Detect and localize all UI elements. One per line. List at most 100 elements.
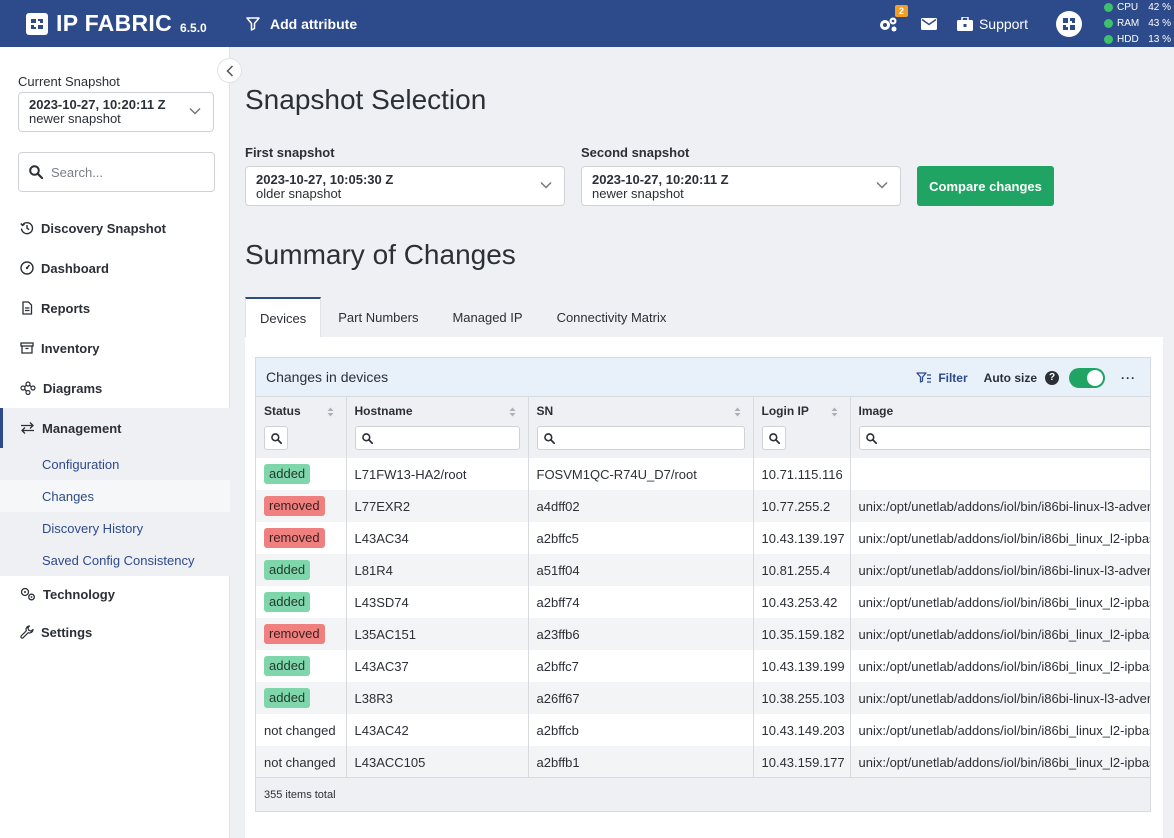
sort-icon (509, 407, 515, 417)
table-row[interactable]: removed L35AC151 a23ffb6 10.35.159.182 unix:… (256, 618, 1150, 650)
devices-table: Status Hostname SN Login IP Image added … (256, 397, 1150, 778)
first-snapshot-label: First snapshot (245, 145, 335, 160)
sn-cell: a2bff74 (528, 586, 754, 618)
column-header-sn[interactable]: SN (528, 397, 754, 458)
tab-connectivity-matrix[interactable]: Connectivity Matrix (540, 297, 684, 337)
status-cell: added (256, 458, 347, 490)
image-filter-input[interactable] (858, 426, 1150, 450)
chevron-down-icon (540, 181, 552, 189)
ipfabric-logo-icon (26, 12, 48, 35)
sidebar-item-technology[interactable]: Technology (0, 576, 230, 612)
chevron-down-icon (876, 181, 888, 189)
user-avatar[interactable] (1056, 10, 1082, 37)
image-cell: unix:/opt/unetlab/addons/iol/bin/i86bi_l… (850, 618, 1150, 650)
sidebar-subitem-discovery-history[interactable]: Discovery History (0, 512, 230, 544)
column-header-login-ip[interactable]: Login IP (753, 397, 851, 458)
sidebar-subitem-changes[interactable]: Changes (0, 480, 230, 512)
hostname-cell: L43AC37 (346, 650, 529, 682)
tasks-button[interactable]: 2 (877, 4, 908, 33)
hostname-cell: L81R4 (346, 554, 529, 586)
sidebar-subitem-saved-config-consistency[interactable]: Saved Config Consistency (0, 544, 230, 576)
second-snapshot-select[interactable]: 2023-10-27, 10:20:11 Z newer snapshot (581, 166, 901, 206)
status-filter-button[interactable] (264, 426, 288, 450)
status-cell: removed (256, 490, 347, 522)
table-row[interactable]: added L81R4 a51ff04 10.81.255.4 unix:/opt/un… (256, 554, 1150, 586)
sidebar-item-settings[interactable]: Settings (0, 612, 230, 652)
auto-size-toggle[interactable] (1069, 367, 1105, 388)
tab-managed-ip[interactable]: Managed IP (435, 297, 539, 337)
status-badge: added (264, 464, 311, 484)
sn-cell: a2bffc7 (528, 650, 754, 682)
user-logo-icon (1063, 17, 1075, 30)
support-label: Support (978, 15, 1028, 32)
gears-icon (879, 17, 897, 31)
add-attribute-button[interactable]: Add attribute (246, 16, 357, 32)
sidebar: Current Snapshot 2023-10-27, 10:20:11 Z … (0, 47, 230, 838)
table-row[interactable]: added L71FW13-HA2/root FOSVM1QC-R74U_D7/ro… (256, 458, 1150, 490)
search-icon (271, 432, 282, 444)
current-snapshot-select[interactable]: 2023-10-27, 10:20:11 Z newer snapshot (18, 92, 214, 132)
sort-icon (734, 407, 740, 417)
support-button[interactable]: Support (956, 15, 1028, 32)
column-header-image[interactable]: Image (850, 397, 1150, 458)
system-ram: RAM 43 % (1104, 16, 1172, 32)
first-snapshot-name: older snapshot (256, 186, 342, 201)
sidebar-item-management[interactable]: Management (0, 408, 230, 448)
status-badge: added (264, 688, 311, 708)
table-title: Changes in devices (266, 369, 389, 385)
image-cell: unix:/opt/unetlab/addons/iol/bin/i86bi_l… (850, 522, 1150, 554)
page-title: Snapshot Selection (245, 84, 487, 115)
table-row[interactable]: not changed L43ACC105 a2bffb1 10.43.159.177… (256, 746, 1150, 778)
collapse-sidebar-button[interactable] (217, 58, 242, 83)
app-name: IP FABRIC (56, 10, 173, 36)
table-row[interactable]: added L43SD74 a2bff74 10.43.253.42 unix:/opt… (256, 586, 1150, 618)
system-hdd: HDD 13 % (1104, 32, 1172, 48)
image-cell: unix:/opt/unetlab/addons/iol/bin/i86bi_l… (850, 586, 1150, 618)
image-cell: unix:/opt/unetlab/addons/iol/bin/i86bi_l… (850, 746, 1150, 778)
second-snapshot-name: newer snapshot (592, 186, 684, 201)
table-row[interactable]: added L38R3 a26ff67 10.38.255.103 unix:/opt/… (256, 682, 1150, 714)
table-row[interactable]: removed L77EXR2 a4dff02 10.77.255.2 unix:/op… (256, 490, 1150, 522)
sidebar-item-inventory[interactable]: Inventory (0, 328, 230, 368)
tab-devices[interactable]: Devices (245, 297, 322, 337)
search-icon (768, 432, 780, 444)
search-icon (865, 432, 877, 444)
hostname-filter-input[interactable] (354, 426, 520, 450)
hostname-cell: L77EXR2 (346, 490, 529, 522)
status-dot-icon (1104, 35, 1113, 44)
sidebar-subitem-configuration[interactable]: Configuration (0, 448, 230, 480)
login-ip-filter-button[interactable] (761, 426, 786, 450)
hostname-cell: L71FW13-HA2/root (346, 458, 529, 490)
column-header-status[interactable]: Status (256, 397, 347, 458)
sn-cell: a2bffcb (528, 714, 754, 746)
sidebar-item-dashboard[interactable]: Dashboard (0, 248, 230, 288)
table-row[interactable]: not changed L43AC42 a2bffcb 10.43.149.203 un… (256, 714, 1150, 746)
table-row[interactable]: added L43AC37 a2bffc7 10.43.139.199 unix:/op… (256, 650, 1150, 682)
status-badge: added (264, 560, 311, 580)
sidebar-item-discovery-snapshot[interactable]: Discovery Snapshot (0, 208, 230, 248)
sidebar-item-reports[interactable]: Reports (0, 288, 230, 328)
sidebar-search (18, 152, 215, 192)
sn-filter-input[interactable] (536, 426, 745, 450)
image-cell: unix:/opt/unetlab/addons/iol/bin/i86bi-l… (850, 682, 1150, 714)
search-icon (361, 432, 373, 444)
help-icon[interactable]: ? (1045, 370, 1059, 385)
image-cell: unix:/opt/unetlab/addons/iol/bin/i86bi_l… (850, 714, 1150, 746)
tab-panel: Changes in devices Filter Auto size ? ··… (245, 337, 1163, 838)
table-row[interactable]: removed L43AC34 a2bffc5 10.43.139.197 unix:/… (256, 522, 1150, 554)
messages-button[interactable] (920, 17, 937, 30)
more-options-button[interactable]: ··· (1121, 371, 1136, 385)
sn-cell: a23ffb6 (528, 618, 754, 650)
status-cell: added (256, 650, 347, 682)
tab-part-numbers[interactable]: Part Numbers (321, 297, 435, 337)
sidebar-item-diagrams[interactable]: Diagrams (0, 368, 230, 408)
brand[interactable]: IP FABRIC 6.5.0 (26, 10, 240, 37)
sidebar-search-input[interactable] (51, 164, 201, 180)
compare-changes-button[interactable]: Compare changes (917, 166, 1054, 206)
add-attribute-label: Add attribute (270, 15, 358, 32)
sn-cell: a51ff04 (528, 554, 754, 586)
column-header-hostname[interactable]: Hostname (346, 397, 529, 458)
first-snapshot-select[interactable]: 2023-10-27, 10:05:30 Z older snapshot (245, 166, 565, 206)
filter-button[interactable]: Filter (916, 371, 968, 385)
first-snapshot-date: 2023-10-27, 10:05:30 Z (256, 172, 394, 187)
